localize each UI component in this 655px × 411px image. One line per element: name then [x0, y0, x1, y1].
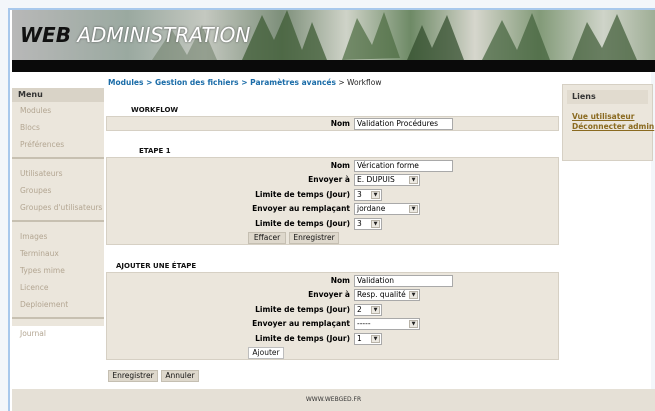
etape1-limite-label: Limite de temps (Jour)	[255, 190, 350, 199]
footer: WWW.WEBGED.FR	[12, 389, 655, 411]
etape1-panel: Nom Vérication forme Envoyer à E. DUPUIS…	[106, 157, 559, 245]
link-deconnecter-admin[interactable]: Déconnecter admin	[572, 122, 654, 132]
chevron-down-icon: ▼	[409, 320, 418, 328]
workflow-section-title: WORKFLOW	[131, 106, 179, 114]
ajouter-limite-value: 2	[357, 305, 362, 314]
chevron-down-icon: ▼	[409, 205, 418, 213]
workflow-nom-row: Nom Validation Procédures	[107, 118, 558, 131]
ajouter-envoyer-value: Resp. qualité	[357, 290, 406, 299]
window-frame-left	[0, 0, 8, 411]
header-banner: WEB ADMINISTRATION	[12, 10, 655, 72]
workflow-nom-input[interactable]: Validation Procédures	[354, 118, 453, 130]
etape1-remplacant-row: Envoyer au remplaçant jordane ▼	[107, 203, 558, 216]
etape1-limite2-row: Limite de temps (Jour) 3 ▼	[107, 218, 558, 231]
etape1-limite-row: Limite de temps (Jour) 3 ▼	[107, 189, 558, 202]
breadcrumb-current: Workflow	[347, 78, 382, 87]
app-logo: WEB ADMINISTRATION	[20, 23, 250, 47]
breadcrumb-modules[interactable]: Modules	[108, 78, 143, 87]
ajouter-remplacant-value: -----	[357, 319, 371, 328]
chevron-down-icon: ▼	[371, 220, 380, 228]
ajouter-nom-label: Nom	[330, 276, 350, 285]
logo-web: WEB	[20, 23, 71, 47]
logo-administration: ADMINISTRATION	[70, 23, 251, 47]
enregistrer-etape-button[interactable]: Enregistrer	[289, 232, 339, 244]
etape1-limite-value: 3	[357, 190, 362, 199]
chevron-down-icon: ▼	[371, 306, 380, 314]
etape1-limite2-label: Limite de temps (Jour)	[255, 219, 350, 228]
ajouter-envoyer-row: Envoyer à Resp. qualité ▼	[107, 289, 558, 302]
ajouter-nom-input[interactable]: Validation	[354, 275, 453, 287]
sidebar-item-groupes-utilisateurs[interactable]: Groupes d'utilisateurs	[12, 199, 104, 216]
etape1-limite2-value: 3	[357, 219, 362, 228]
breadcrumb: Modules > Gestion des fichiers > Paramèt…	[108, 78, 381, 87]
banner-dark-strip	[12, 60, 655, 72]
annuler-button[interactable]: Annuler	[161, 370, 199, 382]
chevron-down-icon: ▼	[371, 191, 380, 199]
workflow-nom-label: Nom	[330, 119, 350, 128]
sidebar: Menu Modules Blocs Préférences Utilisate…	[12, 88, 104, 338]
ajouter-nom-row: Nom Validation	[107, 275, 558, 288]
sidebar-item-modules[interactable]: Modules	[12, 102, 104, 119]
etape1-remplacant-value: jordane	[357, 204, 386, 213]
footer-link[interactable]: WWW.WEBGED.FR	[306, 396, 361, 403]
effacer-button[interactable]: Effacer	[248, 232, 286, 244]
sidebar-item-deploiement[interactable]: Deploiement	[12, 296, 104, 313]
etape1-limite-select[interactable]: 3 ▼	[354, 189, 382, 201]
sidebar-menu-title: Menu	[12, 88, 104, 102]
etape1-envoyer-select[interactable]: E. DUPUIS ▼	[354, 174, 420, 186]
etape1-limite2-select[interactable]: 3 ▼	[354, 218, 382, 230]
ajouter-panel: Nom Validation Envoyer à Resp. qualité ▼ …	[106, 272, 559, 360]
ajouter-limite-label: Limite de temps (Jour)	[255, 305, 350, 314]
breadcrumb-sep-1: >	[143, 78, 155, 87]
sidebar-item-terminaux[interactable]: Terminaux	[12, 245, 104, 262]
ajouter-button[interactable]: Ajouter	[248, 347, 284, 359]
sidebar-item-preferences[interactable]: Préférences	[12, 136, 104, 153]
sidebar-item-types-mime[interactable]: Types mime	[12, 262, 104, 279]
sidebar-divider	[12, 157, 104, 159]
etape1-nom-label: Nom	[330, 161, 350, 170]
etape1-remplacant-label: Envoyer au remplaçant	[252, 204, 350, 213]
etape1-envoyer-label: Envoyer à	[308, 175, 350, 184]
breadcrumb-sep-3: >	[335, 78, 348, 87]
links-panel: Liens Vue utilisateur Déconnecter admin	[562, 84, 654, 161]
etape1-envoyer-row: Envoyer à E. DUPUIS ▼	[107, 174, 558, 187]
breadcrumb-gestion[interactable]: Gestion des fichiers	[155, 78, 239, 87]
ajouter-envoyer-select[interactable]: Resp. qualité ▼	[354, 289, 420, 301]
etape1-nom-input[interactable]: Vérication forme	[354, 160, 453, 172]
chevron-down-icon: ▼	[409, 291, 418, 299]
sidebar-item-groupes[interactable]: Groupes	[12, 182, 104, 199]
sidebar-item-utilisateurs[interactable]: Utilisateurs	[12, 165, 104, 182]
ajouter-remplacant-label: Envoyer au remplaçant	[252, 319, 350, 328]
etape1-nom-row: Nom Vérication forme	[107, 160, 558, 173]
ajouter-limite-row: Limite de temps (Jour) 2 ▼	[107, 304, 558, 317]
enregistrer-button[interactable]: Enregistrer	[108, 370, 158, 382]
breadcrumb-sep-2: >	[238, 78, 251, 87]
ajouter-limite2-value: 1	[357, 334, 362, 343]
ajouter-envoyer-label: Envoyer à	[308, 290, 350, 299]
ajouter-limite2-row: Limite de temps (Jour) 1 ▼	[107, 333, 558, 346]
ajouter-section-title: AJOUTER UNE ÉTAPE	[116, 262, 197, 270]
chevron-down-icon: ▼	[409, 176, 418, 184]
sidebar-divider	[12, 220, 104, 222]
etape1-remplacant-select[interactable]: jordane ▼	[354, 203, 420, 215]
ajouter-limite-select[interactable]: 2 ▼	[354, 304, 382, 316]
etape1-section-title: ETAPE 1	[139, 147, 171, 155]
links-panel-title: Liens	[567, 90, 648, 104]
breadcrumb-params[interactable]: Paramètres avancés	[250, 78, 336, 87]
sidebar-item-images[interactable]: Images	[12, 228, 104, 245]
sidebar-item-blocs[interactable]: Blocs	[12, 119, 104, 136]
ajouter-remplacant-row: Envoyer au remplaçant ----- ▼	[107, 318, 558, 331]
sidebar-divider	[12, 317, 104, 319]
ajouter-remplacant-select[interactable]: ----- ▼	[354, 318, 420, 330]
sidebar-item-licence[interactable]: Licence	[12, 279, 104, 296]
link-vue-utilisateur[interactable]: Vue utilisateur	[572, 112, 652, 122]
sidebar-item-journal[interactable]: Journal	[12, 325, 104, 342]
chevron-down-icon: ▼	[371, 335, 380, 343]
workflow-panel: Nom Validation Procédures	[106, 116, 559, 131]
etape1-envoyer-value: E. DUPUIS	[357, 175, 395, 184]
ajouter-limite2-select[interactable]: 1 ▼	[354, 333, 382, 345]
frame-border-left	[8, 8, 10, 411]
ajouter-limite2-label: Limite de temps (Jour)	[255, 334, 350, 343]
